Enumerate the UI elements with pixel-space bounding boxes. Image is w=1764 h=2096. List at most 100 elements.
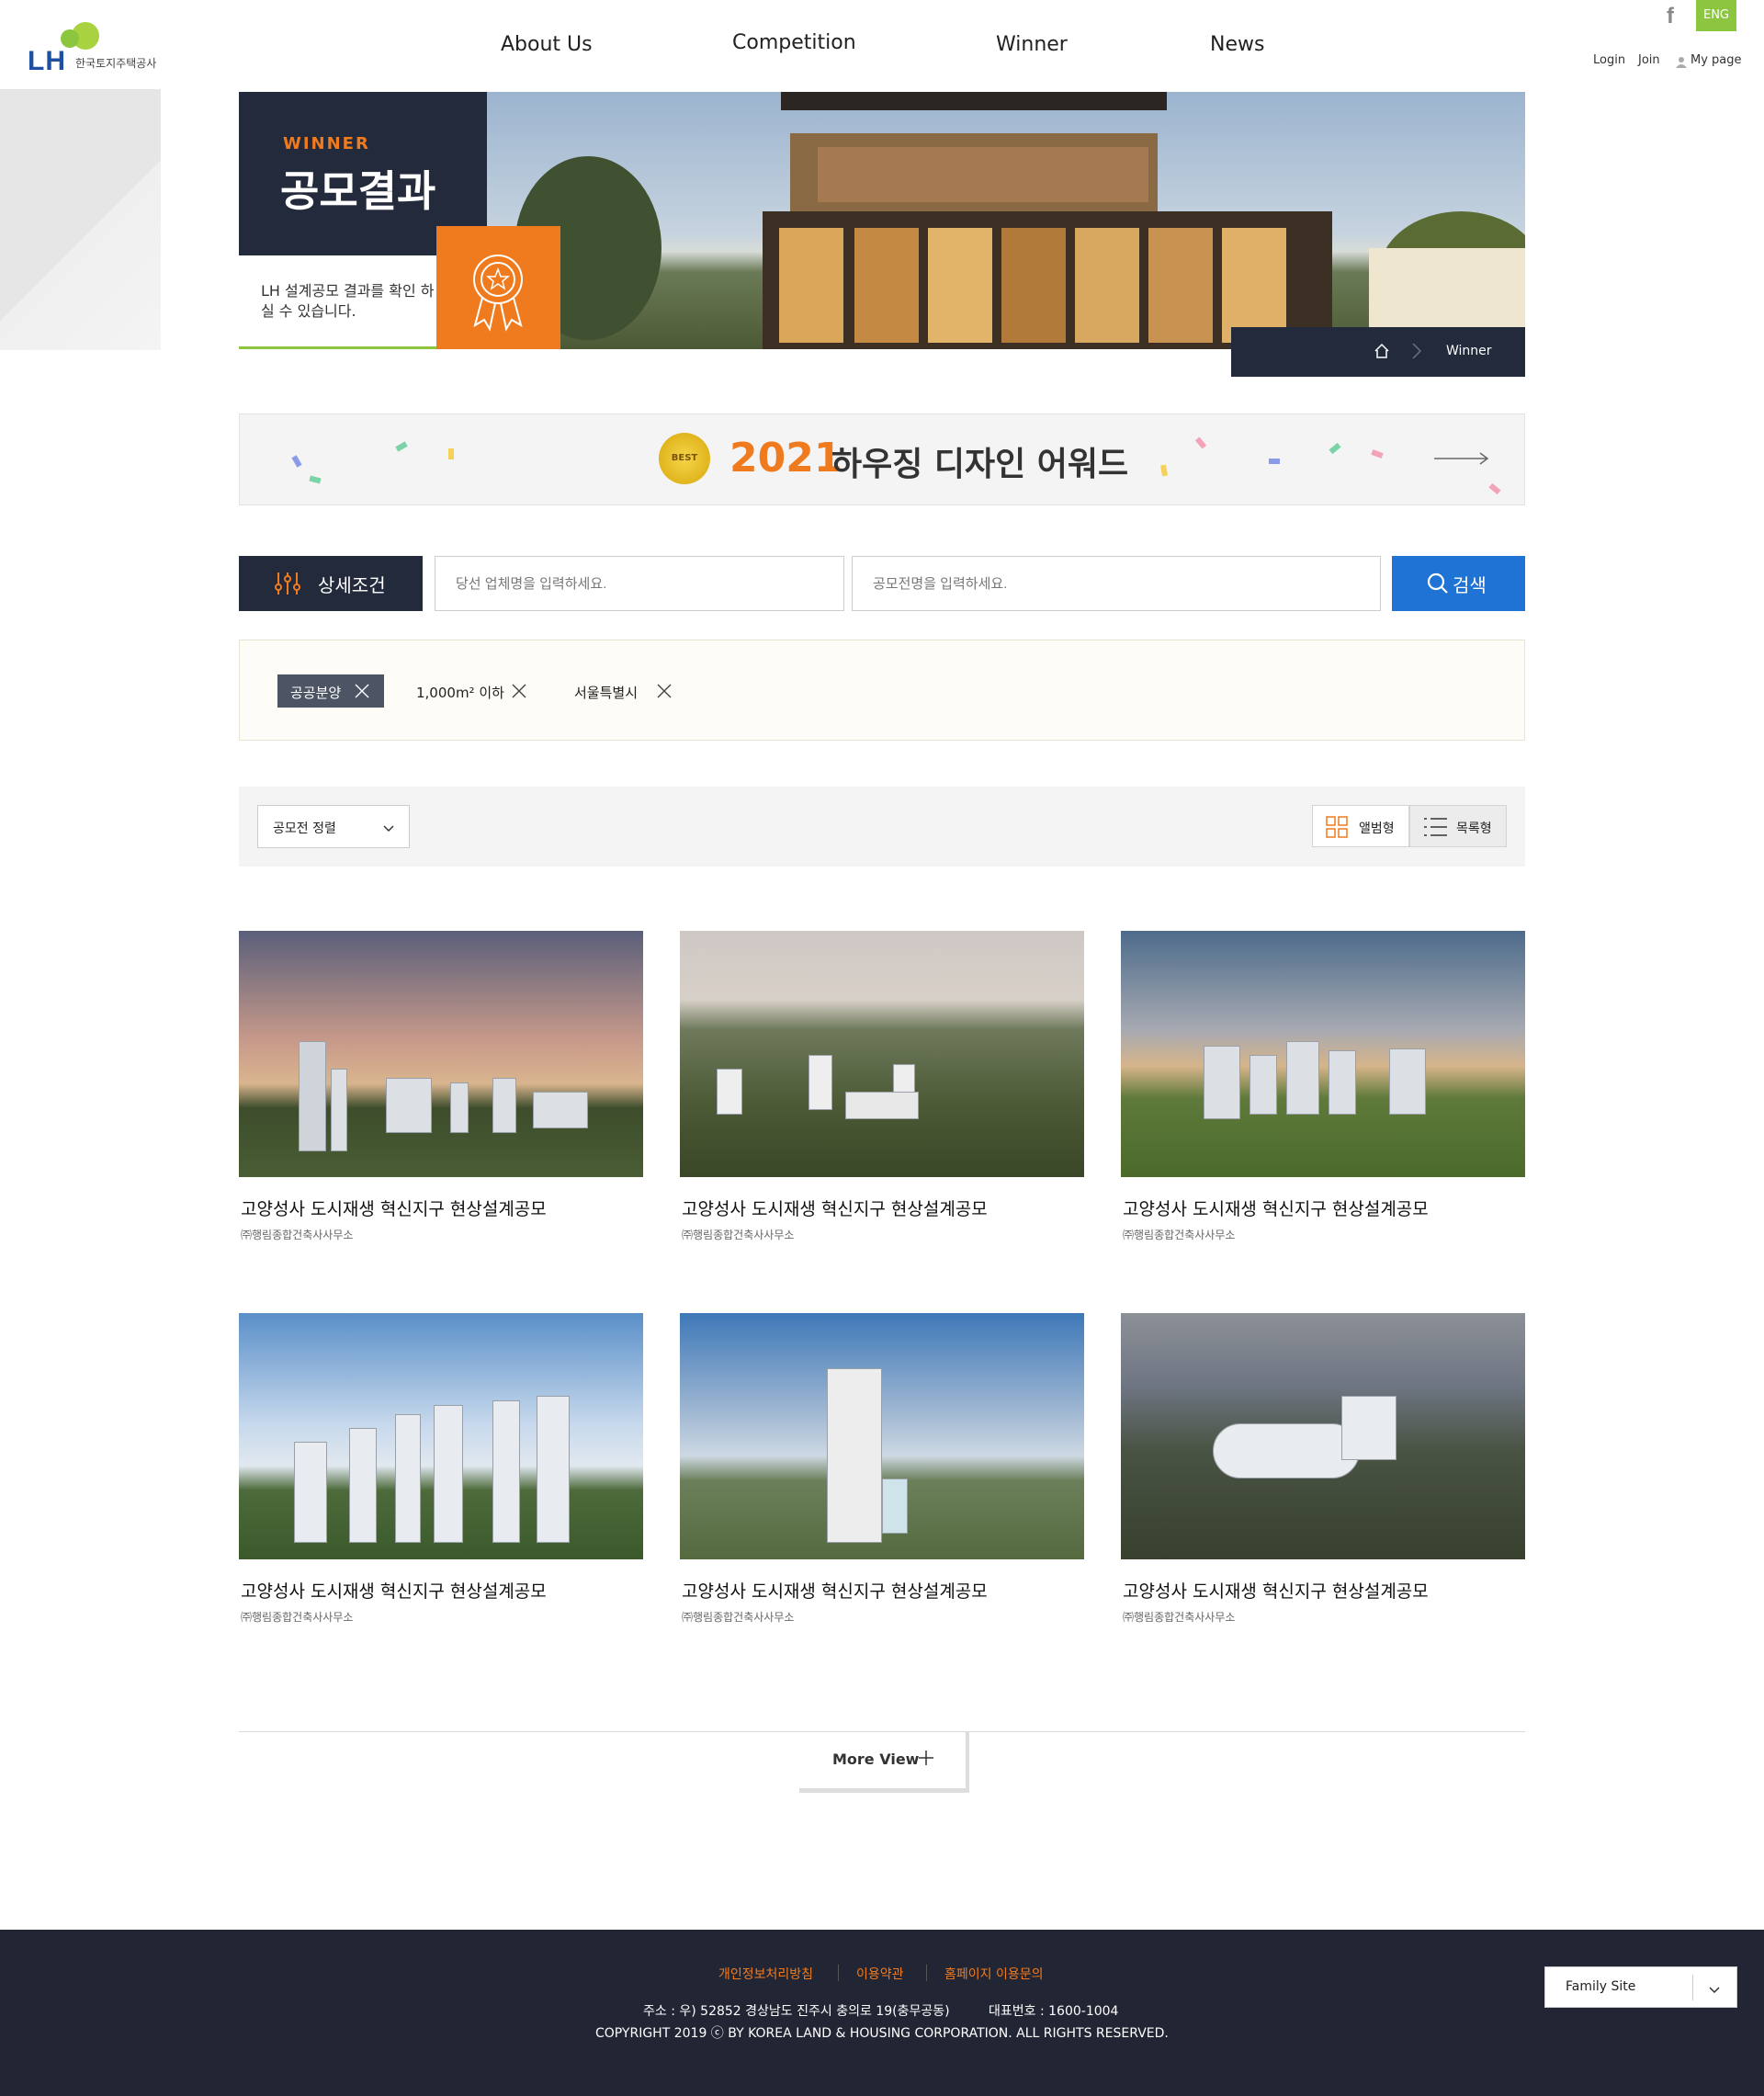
confetti — [395, 441, 408, 452]
album-view-label: 앨범형 — [1359, 821, 1395, 836]
chevron-down-icon — [1709, 1984, 1720, 1994]
project-card[interactable]: 고양성사 도시재생 혁신지구 현상설계공모 ㈜행림종합건축사사무소 — [1121, 1313, 1525, 1630]
sliders-icon — [274, 571, 301, 596]
nav-about-us[interactable]: About Us — [501, 33, 593, 56]
project-company: ㈜행림종합건축사사무소 — [1123, 1611, 1236, 1624]
plus-icon — [919, 1750, 933, 1765]
list-view-button[interactable]: 목록형 — [1409, 805, 1507, 847]
select-divider — [1692, 1975, 1693, 2000]
mypage-link[interactable]: My page — [1690, 53, 1742, 67]
confetti — [1160, 464, 1168, 477]
project-card[interactable]: 고양성사 도시재생 혁신지구 현상설계공모 ㈜행림종합건축사사무소 — [239, 1313, 643, 1630]
logo-text: LH — [28, 46, 66, 76]
hero-image — [487, 92, 1525, 349]
arrow-right-icon[interactable] — [1434, 451, 1491, 466]
project-card[interactable]: 고양성사 도시재생 혁신지구 현상설계공모 ㈜행림종합건축사사무소 — [239, 931, 643, 1248]
award-banner[interactable]: BEST 2021 하우징 디자인 어워드 — [239, 414, 1525, 505]
family-site-label: Family Site — [1566, 1979, 1636, 1994]
award-year: 2021 — [729, 435, 842, 482]
lh-logo[interactable]: LH 한국토지주택공사 — [28, 20, 165, 76]
footer-separator — [926, 1965, 927, 1981]
breadcrumb-current[interactable]: Winner — [1446, 344, 1492, 358]
nav-news[interactable]: News — [1210, 33, 1264, 56]
chevron-right-icon — [1411, 342, 1422, 360]
confetti — [1488, 482, 1501, 495]
grid-icon — [1326, 816, 1348, 838]
filter-chip[interactable]: 1,000m² 이하 — [403, 674, 532, 708]
hero-eyebrow: WINNER — [283, 134, 370, 153]
filter-chip[interactable]: 서울특별시 — [561, 674, 681, 708]
user-icon — [1676, 54, 1687, 68]
project-image — [680, 931, 1084, 1177]
nav-winner[interactable]: Winner — [996, 33, 1068, 56]
project-image — [1121, 931, 1525, 1177]
confetti — [1371, 449, 1384, 459]
confetti — [291, 455, 302, 468]
project-company: ㈜행림종합건축사사무소 — [1123, 1229, 1236, 1241]
privacy-policy-link[interactable]: 개인정보처리방침 — [718, 1965, 813, 1983]
hero-description-box: LH 설계공모 결과를 확인 하실 수 있습니다. — [239, 255, 436, 349]
project-card[interactable]: 고양성사 도시재생 혁신지구 현상설계공모 ㈜행림종합건축사사무소 — [1121, 931, 1525, 1248]
project-title[interactable]: 고양성사 도시재생 혁신지구 현상설계공모 — [1123, 1195, 1429, 1220]
nav-competition[interactable]: Competition — [732, 31, 856, 54]
project-image — [1121, 1313, 1525, 1559]
company-search-input[interactable] — [435, 556, 844, 611]
footer-address: 주소 : 우) 52852 경상남도 진주시 충의로 19(충무공동) — [643, 2004, 950, 2019]
best-badge-icon: BEST — [659, 433, 710, 484]
terms-link[interactable]: 이용약관 — [856, 1965, 904, 1983]
project-title[interactable]: 고양성사 도시재생 혁신지구 현상설계공모 — [682, 1195, 988, 1220]
close-icon[interactable] — [657, 684, 672, 698]
selected-filters: 공공분양 1,000m² 이하 서울특별시 — [239, 640, 1525, 741]
filter-chip[interactable]: 공공분양 — [277, 674, 384, 708]
footer: 개인정보처리방침 이용약관 홈페이지 이용문의 주소 : 우) 52852 경상… — [0, 1930, 1764, 2096]
project-card[interactable]: 고양성사 도시재생 혁신지구 현상설계공모 ㈜행림종합건축사사무소 — [680, 931, 1084, 1248]
more-view-label: More View — [832, 1750, 920, 1768]
detail-filter-label: 상세조건 — [318, 574, 386, 596]
project-card[interactable]: 고양성사 도시재생 혁신지구 현상설계공모 ㈜행림종합건축사사무소 — [680, 1313, 1084, 1630]
breadcrumb: Winner — [1231, 327, 1525, 377]
close-icon[interactable] — [355, 684, 369, 698]
footer-phone: 대표번호 : 1600-1004 — [989, 2004, 1119, 2019]
search-button-label: 검색 — [1453, 574, 1487, 596]
more-view-button[interactable]: More View — [799, 1732, 969, 1793]
medal-icon — [436, 226, 560, 349]
close-icon[interactable] — [512, 684, 526, 698]
list-icon — [1423, 817, 1447, 837]
join-link[interactable]: Join — [1638, 53, 1660, 67]
album-view-button[interactable]: 앨범형 — [1312, 805, 1409, 847]
project-company: ㈜행림종합건축사사무소 — [682, 1229, 795, 1241]
confetti — [1269, 459, 1280, 464]
page-title: 공모결과 — [280, 166, 436, 216]
project-title[interactable]: 고양성사 도시재생 혁신지구 현상설계공모 — [682, 1578, 988, 1603]
language-eng-button[interactable]: ENG — [1696, 0, 1736, 31]
project-image — [239, 931, 643, 1177]
home-icon[interactable] — [1373, 342, 1391, 360]
contest-search-input[interactable] — [852, 556, 1381, 611]
login-link[interactable]: Login — [1593, 53, 1625, 67]
logo-circle-small — [61, 29, 79, 48]
project-company: ㈜행림종합건축사사무소 — [241, 1611, 354, 1624]
facebook-icon[interactable]: f — [1659, 4, 1681, 28]
sort-select-label: 공모전 정렬 — [273, 821, 336, 836]
confetti — [1194, 436, 1207, 449]
project-image — [680, 1313, 1084, 1559]
award-title: 하우징 디자인 어워드 — [831, 446, 1129, 483]
project-company: ㈜행림종합건축사사무소 — [682, 1611, 795, 1624]
project-title[interactable]: 고양성사 도시재생 혁신지구 현상설계공모 — [241, 1195, 547, 1220]
inquiry-link[interactable]: 홈페이지 이용문의 — [944, 1965, 1044, 1983]
confetti — [448, 448, 454, 459]
list-view-label: 목록형 — [1456, 821, 1492, 836]
decorative-panel — [0, 89, 161, 350]
family-site-select[interactable]: Family Site — [1544, 1966, 1737, 2008]
chevron-down-icon — [383, 822, 394, 833]
detail-filter-button[interactable]: 상세조건 — [239, 556, 423, 611]
hero-description: LH 설계공모 결과를 확인 하실 수 있습니다. — [261, 282, 435, 320]
footer-copyright: COPYRIGHT 2019 ⓒ BY KOREA LAND & HOUSING… — [595, 2026, 1169, 2041]
project-image — [239, 1313, 643, 1559]
search-button[interactable]: 검색 — [1392, 556, 1525, 611]
project-title[interactable]: 고양성사 도시재생 혁신지구 현상설계공모 — [1123, 1578, 1429, 1603]
confetti — [309, 475, 322, 484]
sort-select[interactable]: 공모전 정렬 — [257, 805, 410, 848]
search-icon — [1427, 572, 1449, 595]
project-title[interactable]: 고양성사 도시재생 혁신지구 현상설계공모 — [241, 1578, 547, 1603]
